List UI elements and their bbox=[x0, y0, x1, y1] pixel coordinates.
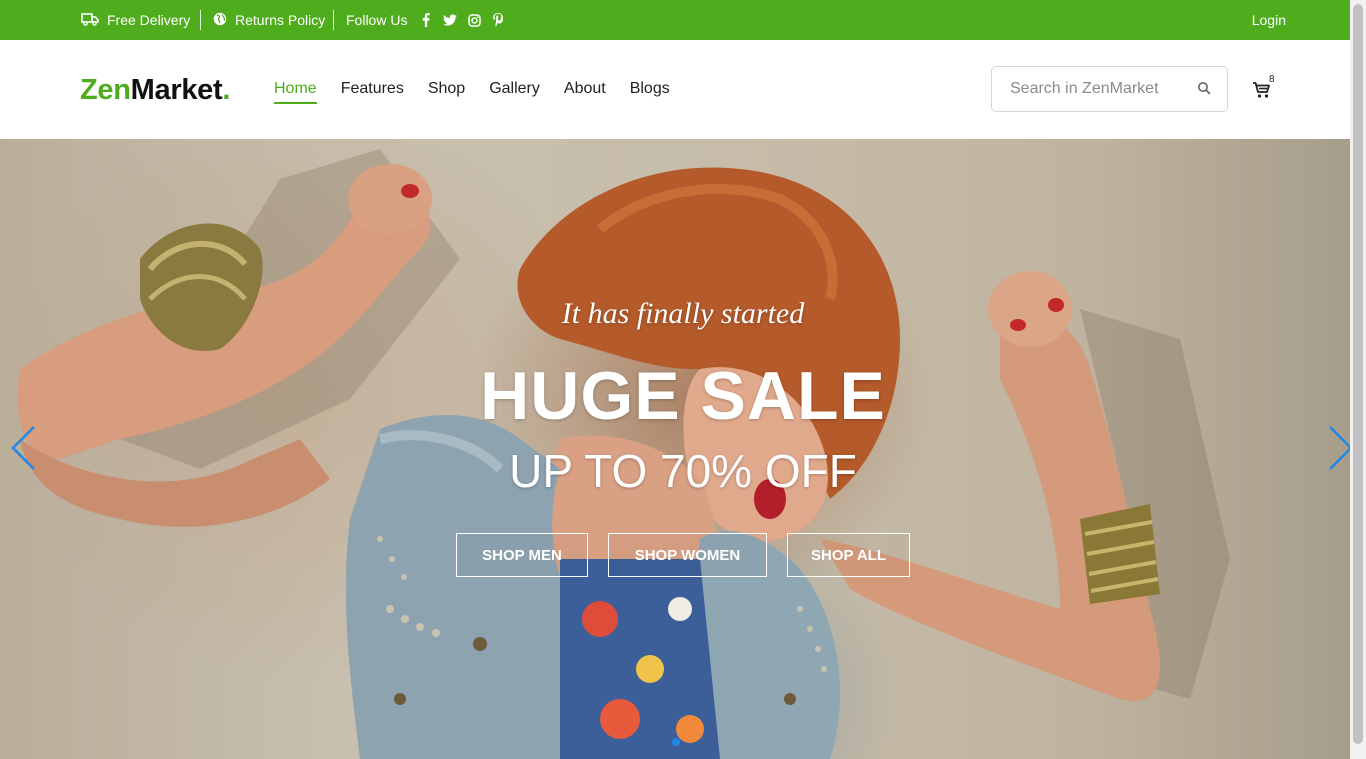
hero-headline: HUGE SALE bbox=[480, 358, 886, 434]
nav-blogs[interactable]: Blogs bbox=[630, 80, 670, 104]
logo-text-market: Market bbox=[130, 74, 223, 106]
shop-all-button[interactable]: SHOP ALL bbox=[787, 533, 910, 577]
free-delivery[interactable]: Free Delivery bbox=[81, 0, 190, 40]
instagram-icon[interactable] bbox=[467, 13, 481, 27]
scrollbar-thumb[interactable] bbox=[1353, 4, 1363, 744]
shop-men-button[interactable]: SHOP MEN bbox=[456, 533, 588, 577]
divider bbox=[200, 10, 201, 30]
hero-offer: UP TO 70% OFF bbox=[509, 445, 857, 497]
hero-buttons: SHOP MEN SHOP WOMEN SHOP ALL bbox=[456, 533, 910, 577]
chevron-right-icon[interactable] bbox=[1328, 425, 1350, 471]
divider bbox=[333, 10, 334, 30]
main-header: ZenMarket. Home Features Shop Gallery Ab… bbox=[0, 40, 1350, 139]
truck-icon bbox=[81, 12, 99, 29]
login-link[interactable]: Login bbox=[1252, 0, 1286, 40]
returns-policy-label: Returns Policy bbox=[235, 12, 326, 28]
shop-women-button[interactable]: SHOP WOMEN bbox=[608, 533, 767, 577]
pinterest-icon[interactable] bbox=[491, 13, 505, 27]
chevron-left-icon[interactable] bbox=[10, 425, 36, 471]
search-icon[interactable] bbox=[1197, 81, 1213, 97]
main-nav: Home Features Shop Gallery About Blogs bbox=[274, 80, 670, 104]
hero-slider: It has finally started HUGE SALE UP TO 7… bbox=[0, 139, 1350, 759]
social-links bbox=[419, 13, 505, 27]
nav-about[interactable]: About bbox=[564, 80, 606, 104]
page-scrollbar[interactable] bbox=[1350, 0, 1366, 759]
follow-us: Follow Us bbox=[346, 0, 505, 40]
follow-us-label: Follow Us bbox=[346, 12, 408, 28]
nav-features[interactable]: Features bbox=[341, 80, 404, 104]
nav-shop[interactable]: Shop bbox=[428, 80, 465, 104]
twitter-icon[interactable] bbox=[443, 13, 458, 27]
free-delivery-label: Free Delivery bbox=[107, 12, 191, 28]
search-input[interactable] bbox=[1008, 79, 1182, 99]
search-box bbox=[991, 66, 1228, 112]
returns-policy[interactable]: Returns Policy bbox=[213, 0, 325, 40]
site-logo[interactable]: ZenMarket. bbox=[80, 74, 230, 107]
logo-dot: . bbox=[222, 74, 231, 106]
nav-gallery[interactable]: Gallery bbox=[489, 80, 540, 104]
top-bar: Free Delivery Returns Policy Follow Us L… bbox=[0, 0, 1350, 40]
facebook-icon[interactable] bbox=[419, 13, 433, 27]
slide-indicator-dot[interactable] bbox=[672, 738, 680, 746]
logo-text-zen: Zen bbox=[80, 74, 131, 106]
hero-subheading: It has finally started bbox=[561, 297, 805, 330]
globe-icon bbox=[213, 12, 227, 29]
nav-home[interactable]: Home bbox=[274, 80, 317, 104]
cart-count-badge: 8 bbox=[1269, 74, 1275, 85]
